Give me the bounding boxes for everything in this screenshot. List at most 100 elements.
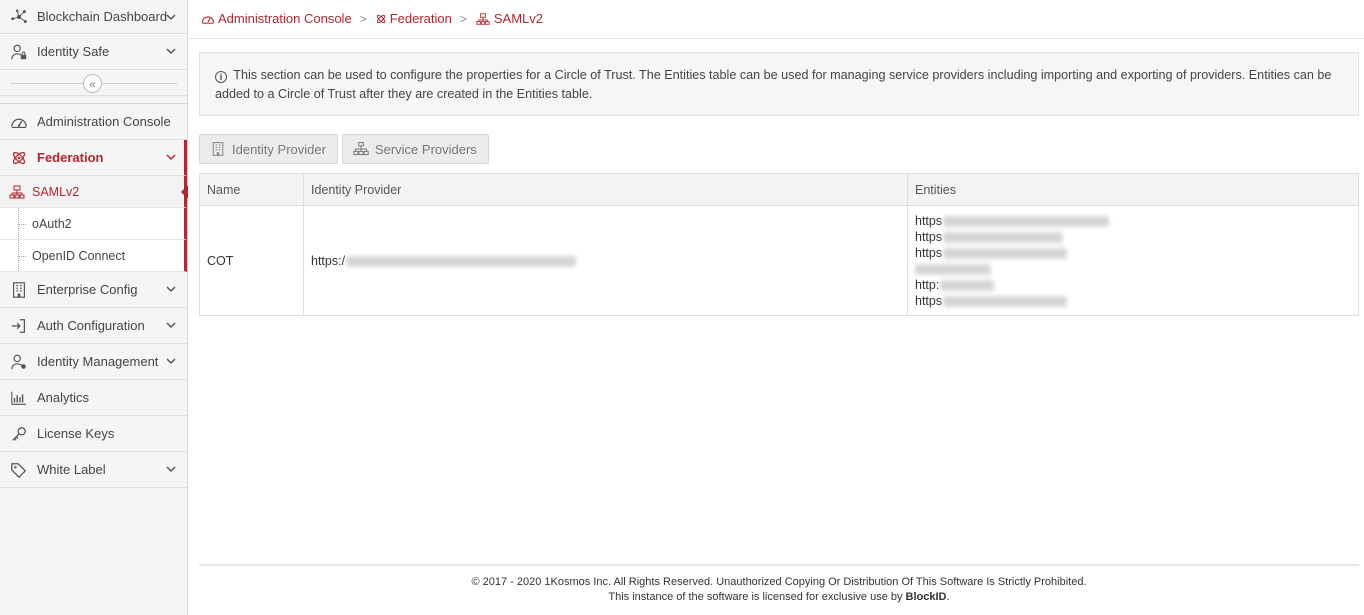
entity-url-prefix: http: xyxy=(915,277,940,292)
atom-icon xyxy=(9,148,29,168)
redacted-url xyxy=(346,255,577,267)
entity-url-prefix: https xyxy=(915,229,943,244)
chevron-down-icon xyxy=(166,322,176,329)
sidebar-subitem-label: oAuth2 xyxy=(32,216,72,231)
collapse-sidebar-button[interactable]: « xyxy=(83,74,102,93)
sidebar-item-federation[interactable]: Federation xyxy=(0,140,187,176)
sidebar-item-administration-console[interactable]: Administration Console xyxy=(0,104,187,140)
column-header-identity-provider[interactable]: Identity Provider xyxy=(303,173,908,206)
breadcrumb-label: Administration Console xyxy=(218,11,352,26)
cell-identity-provider: https:/ xyxy=(303,205,908,316)
chevron-down-icon xyxy=(166,466,176,473)
user-gear-icon xyxy=(9,352,29,372)
breadcrumb-item-federation[interactable]: Federation xyxy=(375,11,452,26)
license-text-prefix: This instance of the software is license… xyxy=(608,591,906,603)
speedometer-icon xyxy=(201,15,215,24)
cell-name: COT xyxy=(199,205,304,316)
entity-url-prefix: https xyxy=(915,213,943,228)
sidebar-subitem-label: OpenID Connect xyxy=(32,248,126,263)
breadcrumb-separator: > xyxy=(459,11,467,26)
license-text: This instance of the software is license… xyxy=(199,590,1359,605)
redacted-url xyxy=(943,215,1110,227)
chevron-down-icon xyxy=(166,358,176,365)
breadcrumb-item-administration-console[interactable]: Administration Console xyxy=(201,11,352,26)
cell-entities: https https https http: https xyxy=(907,205,1359,316)
provider-tabs: Identity Provider Service Providers xyxy=(199,134,493,164)
sidebar-item-label: Identity Management xyxy=(37,354,159,369)
tag-icon xyxy=(9,460,29,480)
building-icon xyxy=(212,142,224,156)
breadcrumb-item-samlv2[interactable]: SAMLv2 xyxy=(475,11,543,26)
breadcrumb: Administration Console > Federation > SA… xyxy=(201,11,543,26)
divider xyxy=(188,38,1364,39)
bar-chart-icon xyxy=(9,388,29,408)
sidebar-collapse-row: « xyxy=(0,70,187,96)
sidebar-item-license-keys[interactable]: License Keys xyxy=(0,416,187,452)
sidebar-subitem-samlv2[interactable]: SAMLv2 xyxy=(0,176,188,208)
copyright-text: © 2017 - 2020 1Kosmos Inc. All Rights Re… xyxy=(471,576,1087,588)
double-chevron-left-icon: « xyxy=(89,76,96,91)
blockchain-network-icon xyxy=(9,7,29,27)
sidebar-item-label: Blockchain Dashboard xyxy=(37,9,168,24)
sign-in-icon xyxy=(9,316,29,336)
sidebar-item-analytics[interactable]: Analytics xyxy=(0,380,187,416)
idp-url-prefix: https:/ xyxy=(311,253,346,268)
sidebar-subitem-oauth2[interactable]: oAuth2 xyxy=(0,208,187,240)
active-indicator xyxy=(181,185,188,199)
entity-url: https xyxy=(915,213,1358,229)
key-icon xyxy=(9,424,29,444)
breadcrumb-label: SAMLv2 xyxy=(493,11,544,26)
entity-url: https xyxy=(915,245,1358,261)
sidebar-item-blockchain-dashboard[interactable]: Blockchain Dashboard xyxy=(0,0,187,34)
license-text-suffix: . xyxy=(946,591,950,603)
tab-label: Service Providers xyxy=(374,141,477,157)
building-icon xyxy=(9,280,29,300)
sidebar-subitem-openid-connect[interactable]: OpenID Connect xyxy=(0,240,187,272)
tab-label: Identity Provider xyxy=(232,141,326,157)
sidebar-item-label: White Label xyxy=(37,462,106,477)
redacted-url xyxy=(943,247,1068,259)
entity-url xyxy=(915,261,1358,277)
info-text: This section can be used to configure th… xyxy=(215,68,1332,101)
column-header-entities[interactable]: Entities xyxy=(907,173,1359,206)
sidebar-item-identity-management[interactable]: Identity Management xyxy=(0,344,187,380)
redacted-url xyxy=(943,295,1068,307)
breadcrumb-label: Federation xyxy=(389,11,452,26)
entity-url-prefix: https xyxy=(915,245,943,260)
speedometer-icon xyxy=(9,112,29,132)
sidebar-item-auth-configuration[interactable]: Auth Configuration xyxy=(0,308,187,344)
sidebar-item-label: Enterprise Config xyxy=(37,282,138,297)
sidebar: Blockchain Dashboard Identity Safe « Adm… xyxy=(0,0,188,615)
column-header-name[interactable]: Name xyxy=(199,173,304,206)
tab-service-providers[interactable]: Service Providers xyxy=(341,134,489,164)
table-header-row: Name Identity Provider Entities xyxy=(199,173,1359,206)
sidebar-item-label: Identity Safe xyxy=(37,44,110,59)
atom-icon xyxy=(376,14,385,23)
table-row[interactable]: COT https:/ https https https http: http… xyxy=(199,205,1359,316)
chevron-down-icon xyxy=(166,286,176,293)
entity-url: https xyxy=(915,293,1358,309)
sidebar-item-identity-safe[interactable]: Identity Safe xyxy=(0,34,187,70)
sidebar-item-enterprise-config[interactable]: Enterprise Config xyxy=(0,272,187,308)
breadcrumb-separator: > xyxy=(359,11,367,26)
footer: © 2017 - 2020 1Kosmos Inc. All Rights Re… xyxy=(199,564,1359,605)
info-box: i This section can be used to configure … xyxy=(199,52,1359,116)
sidebar-item-white-label[interactable]: White Label xyxy=(0,452,187,488)
saml-icon xyxy=(9,185,25,199)
redacted-url xyxy=(940,279,995,291)
sidebar-item-label: Auth Configuration xyxy=(37,318,145,333)
chevron-down-icon xyxy=(166,154,176,161)
chevron-down-icon xyxy=(166,48,176,55)
divider xyxy=(0,96,187,104)
redacted-url xyxy=(943,231,1064,243)
saml-icon xyxy=(476,12,490,25)
sidebar-item-label: Analytics xyxy=(37,390,90,405)
entity-url-prefix: https xyxy=(915,293,943,308)
circle-of-trust-table: Name Identity Provider Entities COT http… xyxy=(199,173,1359,316)
chevron-down-icon xyxy=(166,14,176,21)
sidebar-item-label: Administration Console xyxy=(37,114,171,129)
user-lock-icon xyxy=(9,42,29,62)
tab-identity-provider[interactable]: Identity Provider xyxy=(199,134,338,164)
entity-url: http: xyxy=(915,277,1358,293)
info-icon: i xyxy=(215,71,227,83)
